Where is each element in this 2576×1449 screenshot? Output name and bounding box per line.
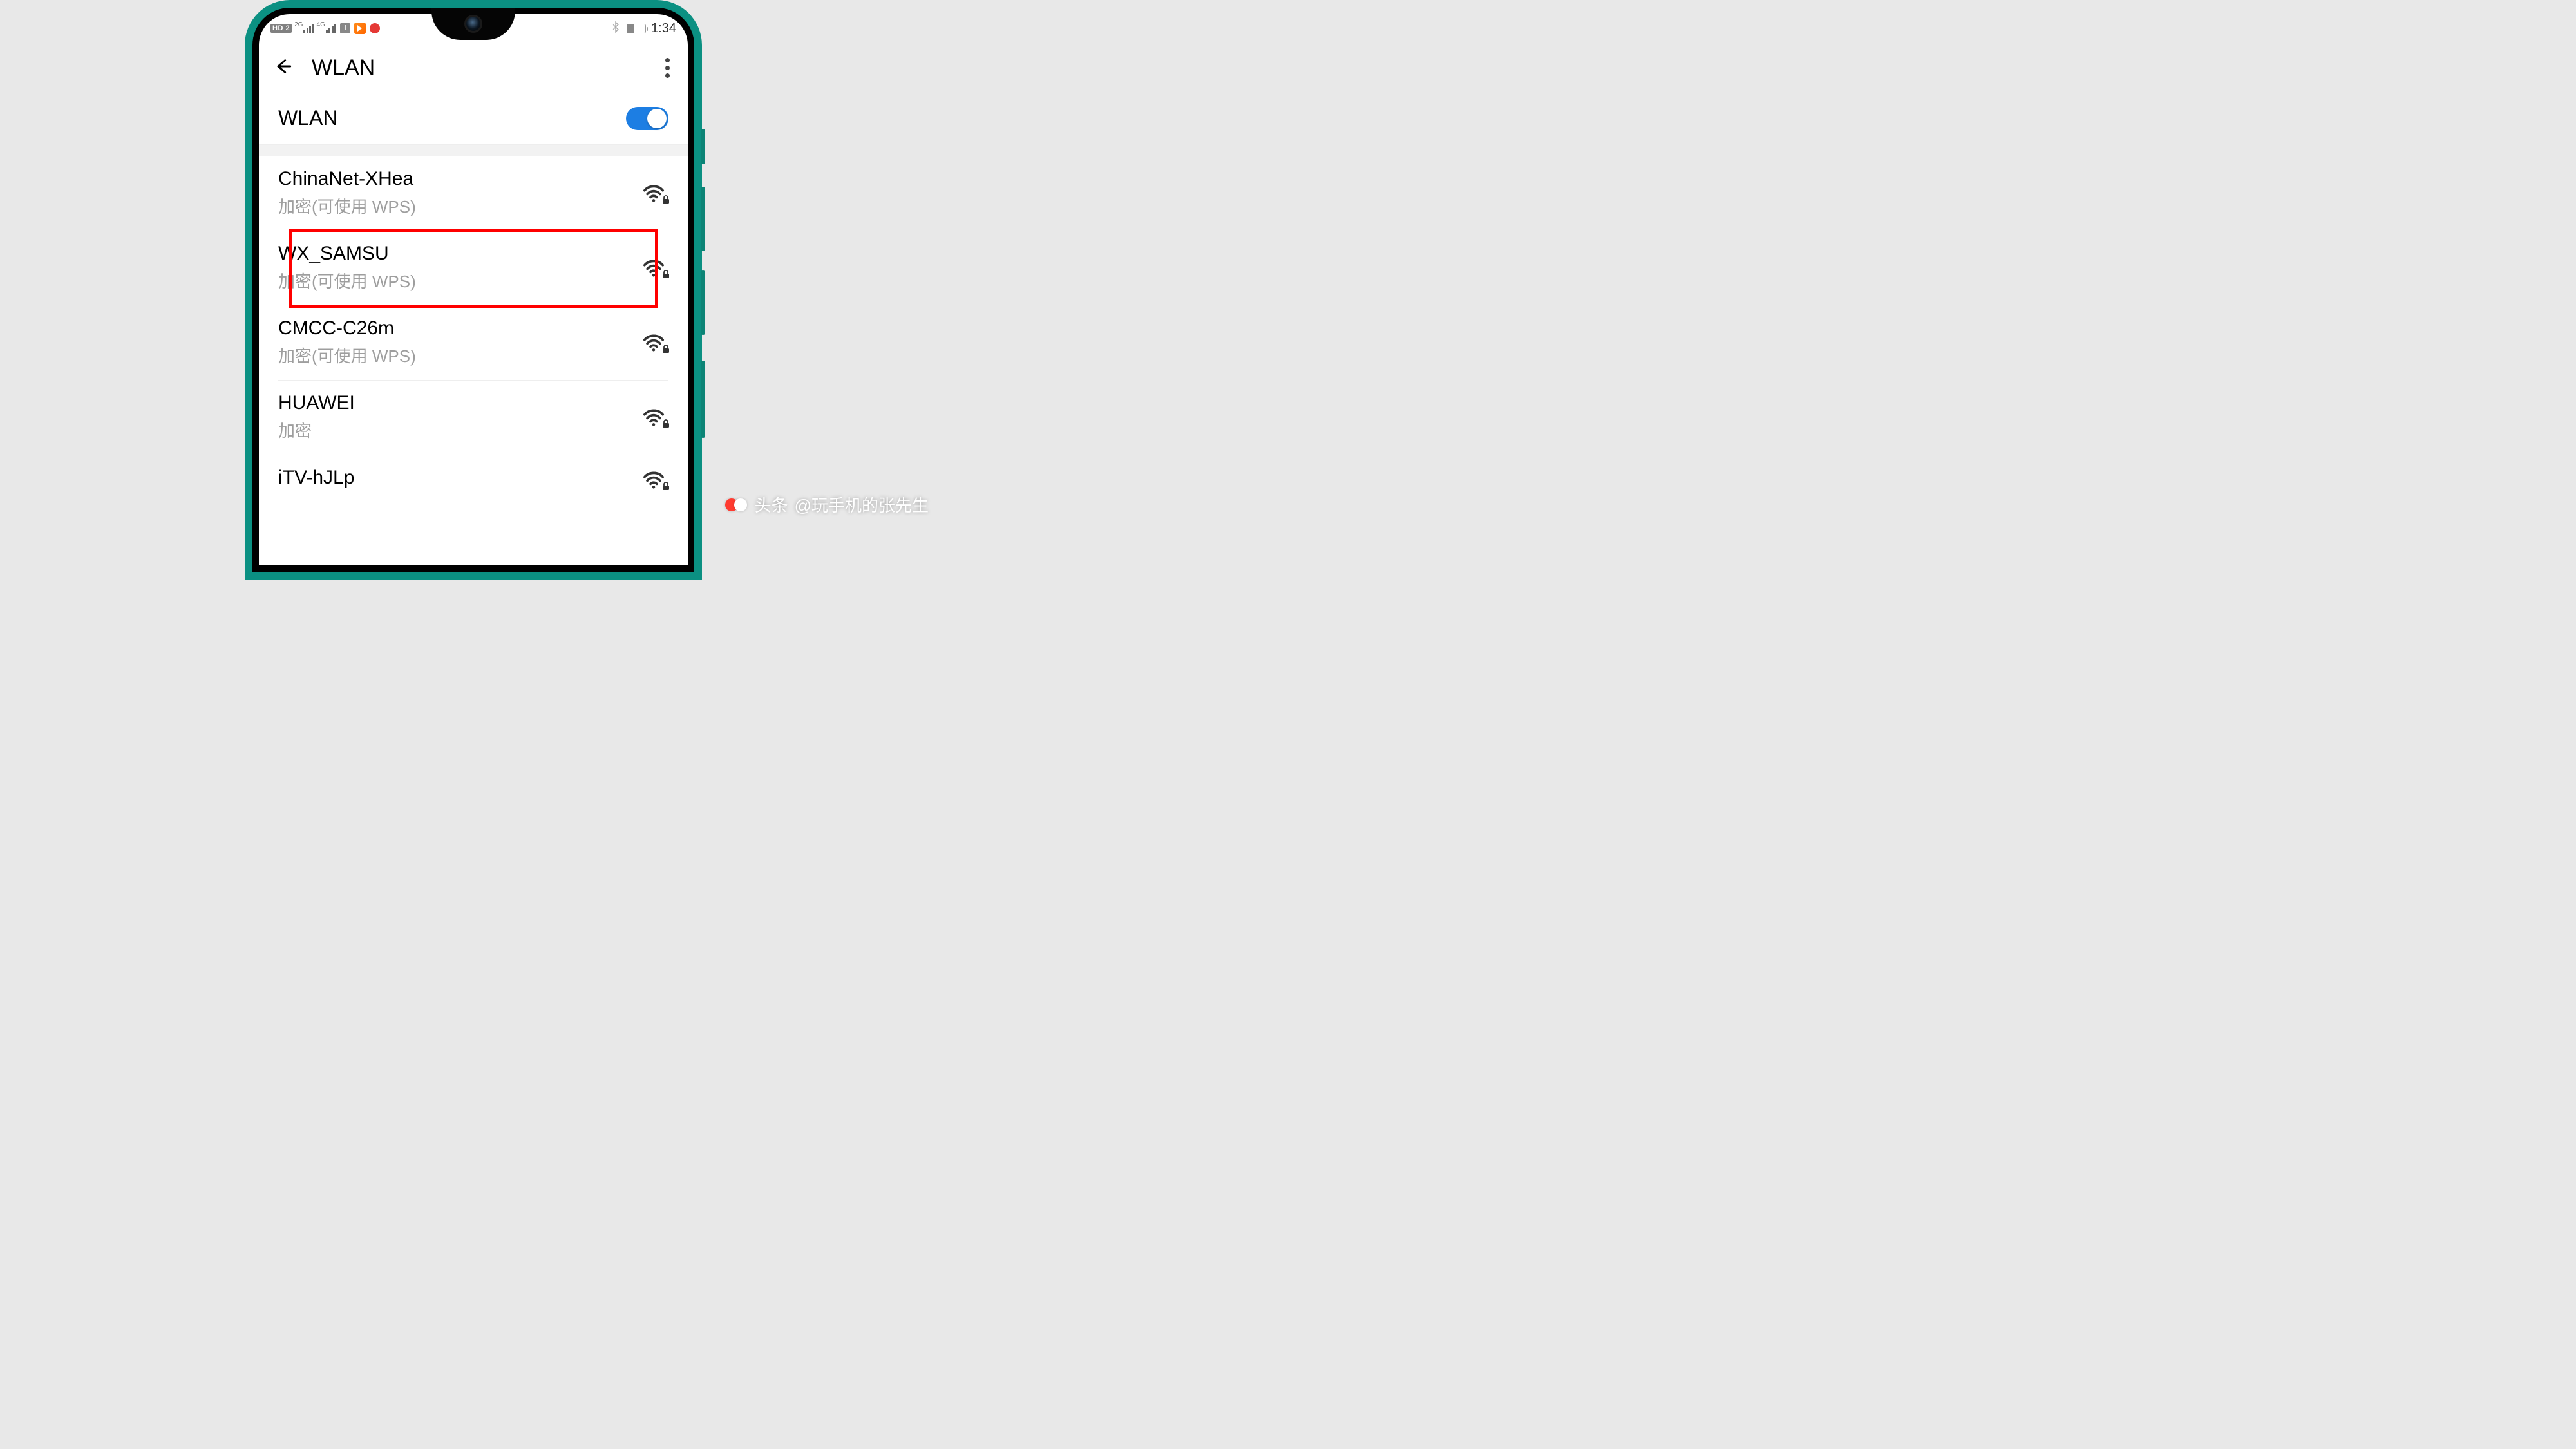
battery-icon <box>627 24 646 33</box>
wifi-signal-icon <box>643 470 668 489</box>
page-title: WLAN <box>312 55 375 80</box>
side-button <box>701 187 705 251</box>
network-name: HUAWEI <box>278 392 643 414</box>
network-text: iTV-hJLp <box>278 467 643 493</box>
network-text: WX_SAMSU 加密(可使用 WPS) <box>278 243 643 292</box>
wlan-toggle-row[interactable]: WLAN <box>259 97 688 145</box>
wifi-signal-icon <box>643 333 668 352</box>
watermark-handle: @玩手机的张先生 <box>795 493 929 516</box>
network-name: iTV-hJLp <box>278 467 643 489</box>
status-clock: 1:34 <box>651 21 676 36</box>
lock-icon <box>662 345 670 354</box>
network-subtitle: 加密(可使用 WPS) <box>278 269 643 292</box>
lock-icon <box>662 270 670 279</box>
network-text: ChinaNet-XHea 加密(可使用 WPS) <box>278 168 643 218</box>
info-badge-icon: i <box>340 23 350 33</box>
network-subtitle: 加密(可使用 WPS) <box>278 343 643 367</box>
wlan-toggle-label: WLAN <box>278 106 337 130</box>
network-name: ChinaNet-XHea <box>278 168 643 190</box>
app-icon-video <box>354 23 366 34</box>
wifi-signal-icon <box>643 258 668 278</box>
network-name: WX_SAMSU <box>278 243 643 265</box>
network-name: CMCC-C26m <box>278 317 643 339</box>
app-header: WLAN <box>259 43 688 97</box>
back-arrow-icon[interactable] <box>273 56 294 80</box>
side-button <box>701 361 705 438</box>
app-icon-circle <box>370 23 380 33</box>
network-subtitle: 加密(可使用 WPS) <box>278 194 643 218</box>
hd-badge: HD 2 <box>270 24 292 33</box>
wlan-toggle-switch[interactable] <box>626 107 668 130</box>
phone-frame: HD 2 2G 4G i <box>245 0 702 580</box>
side-button <box>701 129 705 164</box>
network-item[interactable]: HUAWEI 加密 <box>278 381 668 455</box>
watermark: 头条 @玩手机的张先生 <box>725 493 929 516</box>
side-button <box>701 270 705 335</box>
lock-icon <box>662 419 670 428</box>
toutiao-logo-icon <box>725 493 748 516</box>
network-item[interactable]: ChinaNet-XHea 加密(可使用 WPS) <box>278 156 668 231</box>
network-list: ChinaNet-XHea 加密(可使用 WPS) WX_SAMSU 加密(可使用 W… <box>259 156 688 497</box>
network-item[interactable]: WX_SAMSU 加密(可使用 WPS) <box>278 231 668 306</box>
network-text: CMCC-C26m 加密(可使用 WPS) <box>278 317 643 367</box>
network-subtitle: 加密 <box>278 418 643 442</box>
lock-icon <box>662 195 670 204</box>
signal-4g-icon: 4G <box>318 24 337 33</box>
network-item[interactable]: iTV-hJLp <box>278 455 668 497</box>
section-divider <box>259 145 688 156</box>
bluetooth-icon <box>610 21 621 36</box>
watermark-prefix: 头条 <box>755 493 788 516</box>
signal-2g-icon: 2G <box>296 24 314 33</box>
wifi-signal-icon <box>643 184 668 203</box>
lock-icon <box>662 482 670 491</box>
network-text: HUAWEI 加密 <box>278 392 643 442</box>
front-camera <box>464 15 482 33</box>
wifi-signal-icon <box>643 408 668 427</box>
overflow-menu-icon[interactable] <box>661 54 674 82</box>
screen: HD 2 2G 4G i <box>259 14 688 565</box>
network-item[interactable]: CMCC-C26m 加密(可使用 WPS) <box>278 306 668 381</box>
